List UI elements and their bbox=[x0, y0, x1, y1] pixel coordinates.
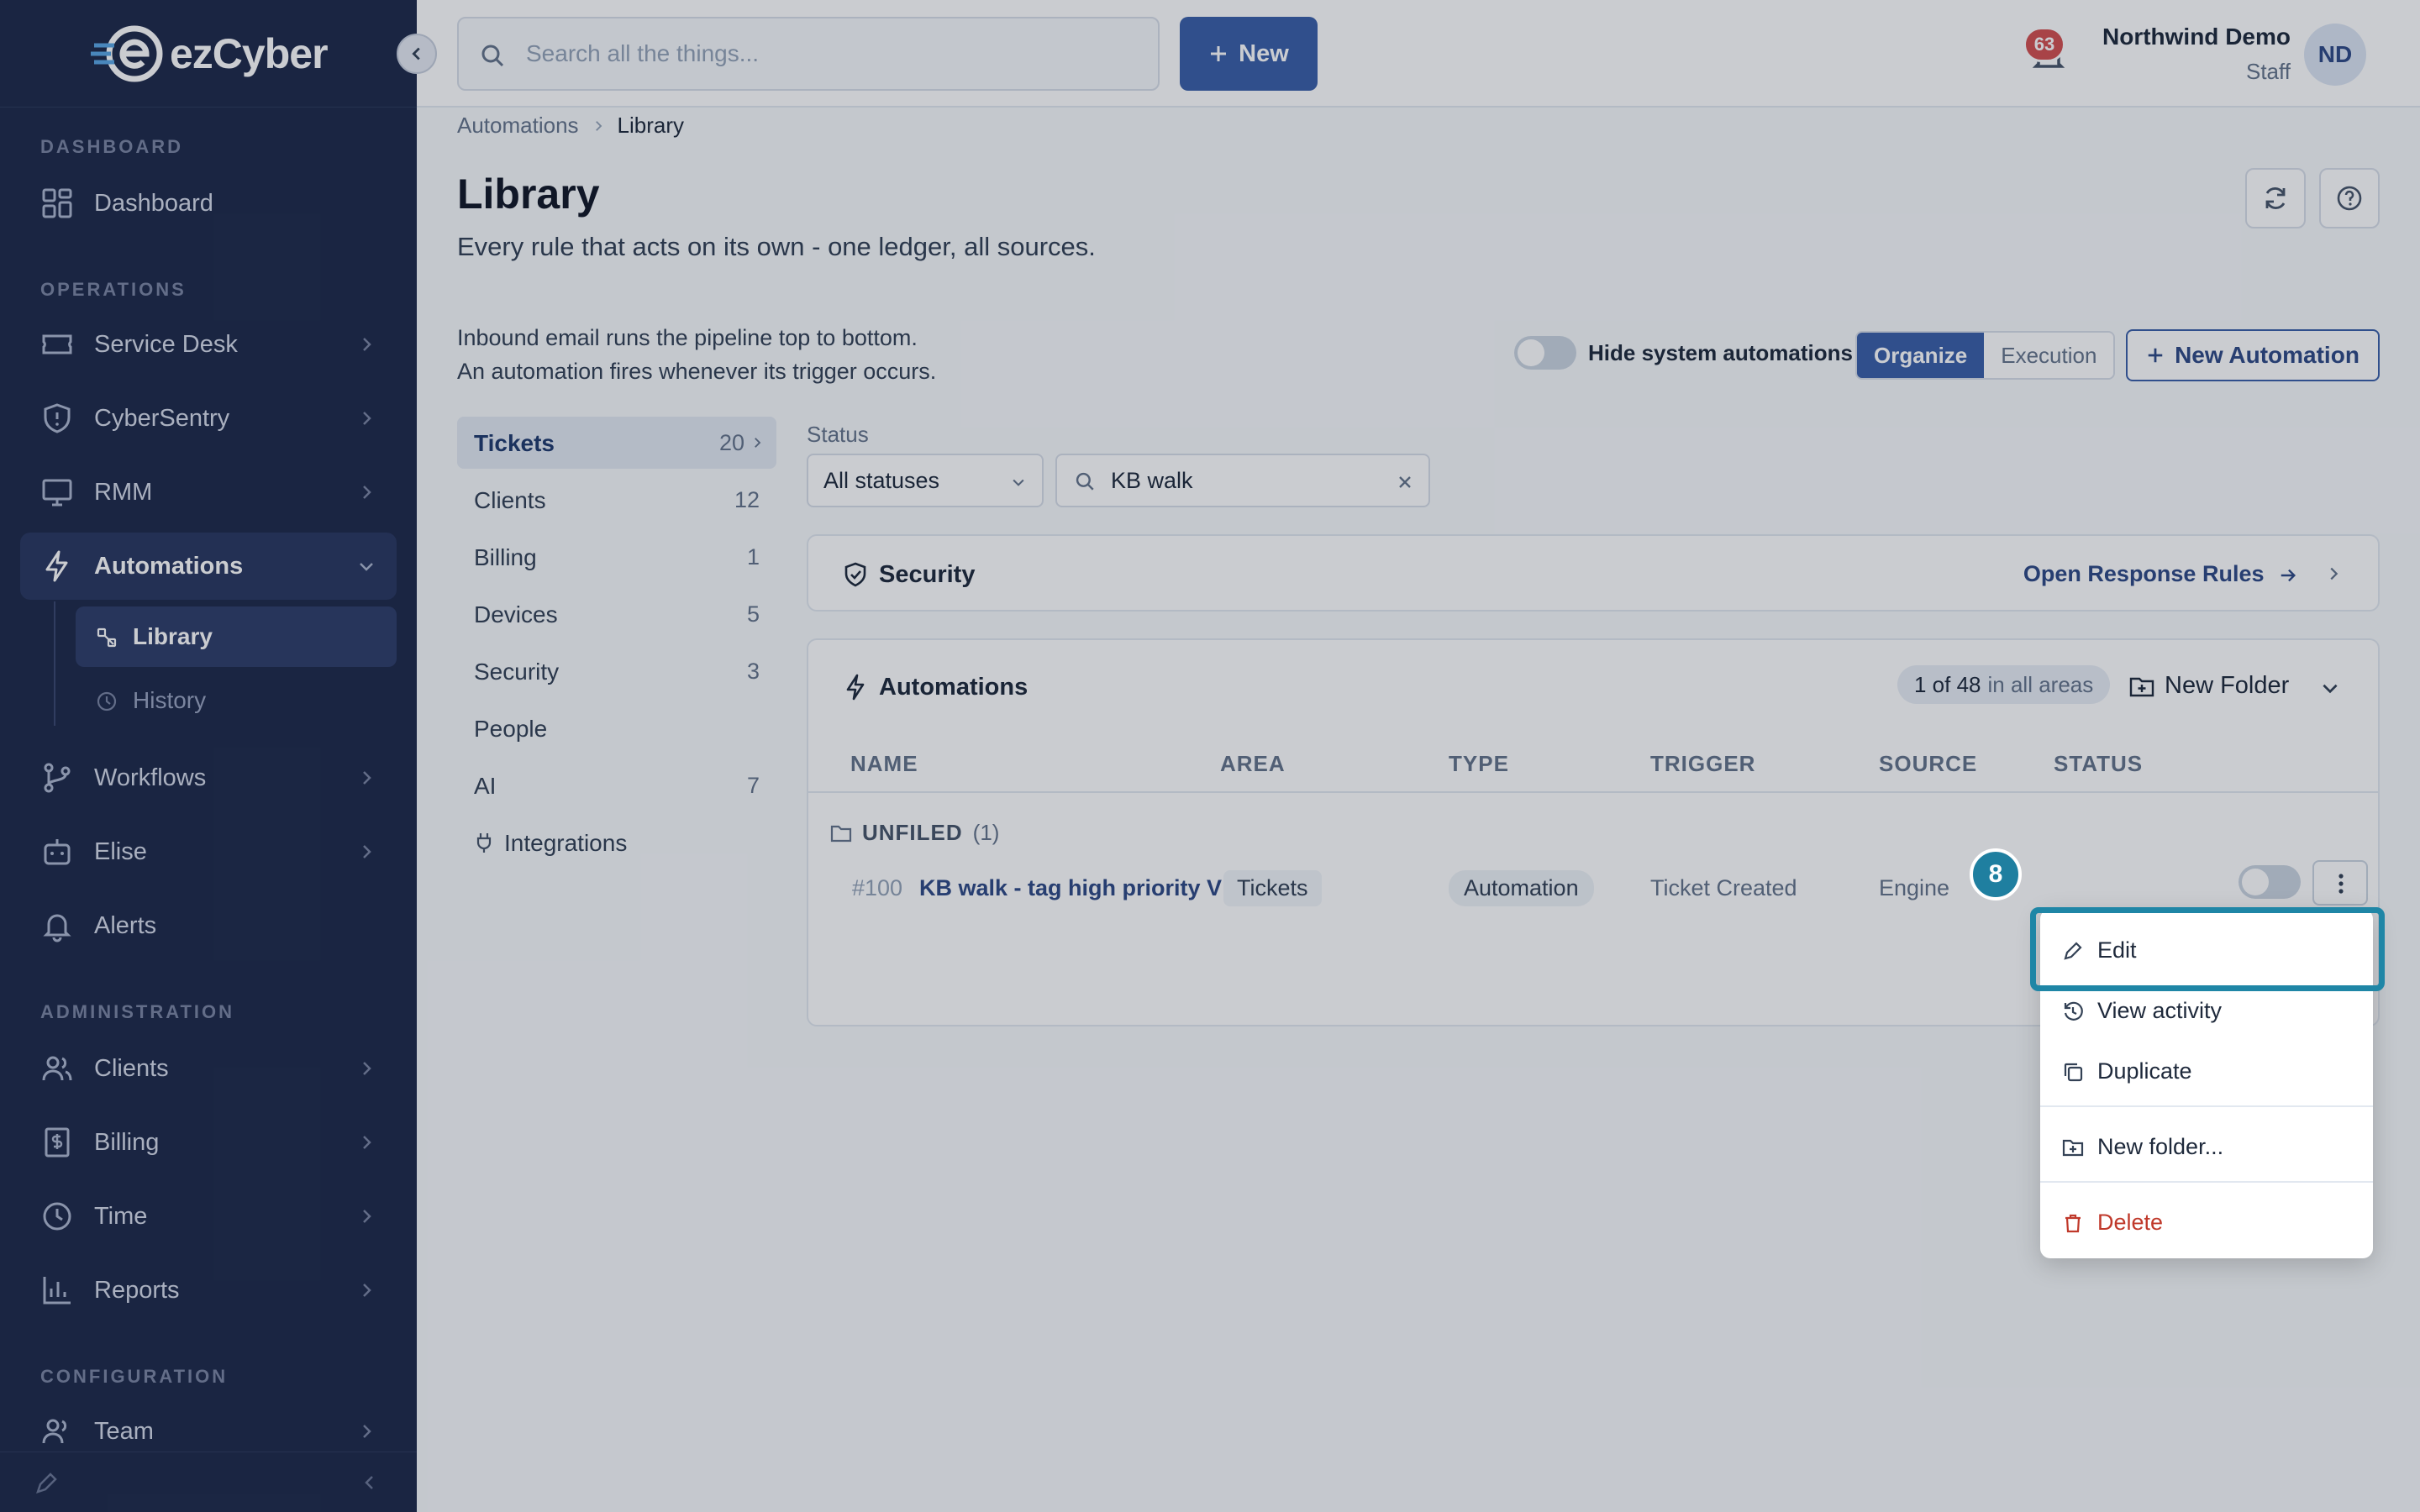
menu-divider bbox=[2040, 1181, 2373, 1183]
menu-item-label: Duplicate bbox=[2097, 1058, 2192, 1084]
copy-icon bbox=[2064, 1063, 2083, 1082]
trash-icon bbox=[2065, 1214, 2081, 1233]
step-number-badge: 8 bbox=[1970, 848, 2022, 900]
menu-item-delete[interactable]: Delete bbox=[2040, 1194, 2373, 1250]
folder-plus-icon bbox=[2062, 1139, 2084, 1157]
menu-divider bbox=[2040, 1105, 2373, 1107]
menu-item-new-folder[interactable]: New folder... bbox=[2040, 1119, 2373, 1174]
menu-item-duplicate[interactable]: Duplicate bbox=[2040, 1043, 2373, 1099]
history-icon bbox=[2064, 1001, 2083, 1021]
menu-item-label: View activity bbox=[2097, 997, 2223, 1023]
edit-highlight-ring bbox=[2030, 907, 2385, 991]
menu-item-label: New folder... bbox=[2097, 1133, 2224, 1159]
menu-item-label: Delete bbox=[2097, 1209, 2164, 1235]
modal-backdrop[interactable] bbox=[0, 0, 2420, 1512]
